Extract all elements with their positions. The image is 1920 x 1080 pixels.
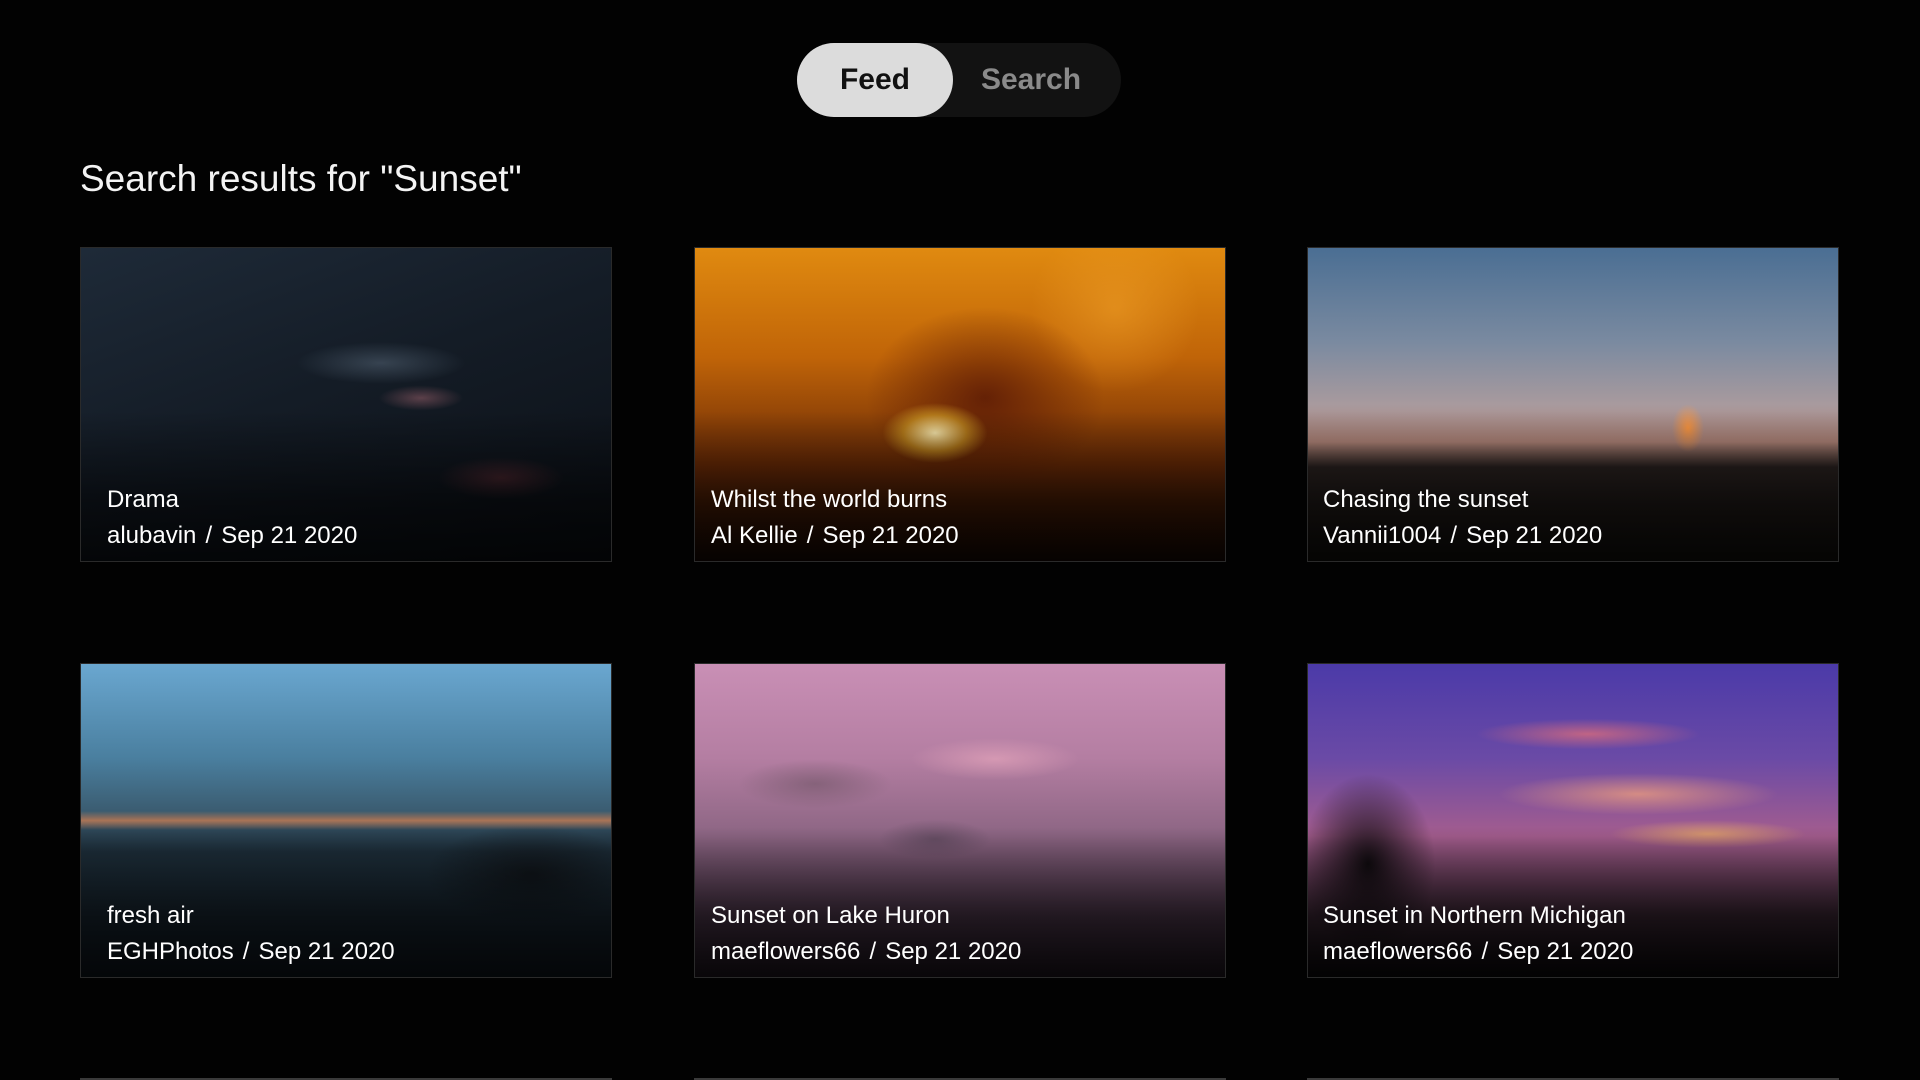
card-meta: Vannii1004 / Sep 21 2020: [1323, 522, 1602, 550]
card-title: Chasing the sunset: [1323, 486, 1529, 513]
page-title: Search results for "Sunset": [80, 158, 522, 199]
card-title: Drama: [107, 486, 180, 513]
card-author: Al Kellie: [711, 522, 798, 549]
result-card-sunset-on-lake-huron[interactable]: Sunset on Lake Huron maeflowers66 / Sep …: [694, 663, 1226, 978]
card-date: Sep 21 2020: [1497, 938, 1634, 965]
card-author: maeflowers66: [1323, 938, 1473, 965]
result-card-whilst-the-world-burns[interactable]: Whilst the world burns Al Kellie / Sep 2…: [694, 247, 1226, 562]
tab-feed[interactable]: Feed: [797, 43, 953, 117]
tab-search[interactable]: Search: [953, 43, 1109, 117]
meta-separator: /: [242, 938, 250, 965]
result-card-sunset-in-northern-michigan[interactable]: Sunset in Northern Michigan maeflowers66…: [1307, 663, 1839, 978]
card-author: alubavin: [107, 522, 197, 549]
card-author: Vannii1004: [1323, 522, 1442, 549]
card-meta: maeflowers66 / Sep 21 2020: [1323, 938, 1633, 966]
tab-search-label: Search: [980, 63, 1082, 96]
card-title: Sunset in Northern Michigan: [1323, 902, 1626, 929]
segmented-nav: Feed Search: [797, 43, 1121, 117]
tab-feed-label: Feed: [839, 63, 911, 96]
meta-separator: /: [869, 938, 877, 965]
card-author: EGHPhotos: [107, 938, 234, 965]
card-title: Whilst the world burns: [711, 486, 948, 513]
card-date: Sep 21 2020: [822, 522, 959, 549]
result-card-chasing-the-sunset[interactable]: Chasing the sunset Vannii1004 / Sep 21 2…: [1307, 247, 1839, 562]
result-card-fresh-air[interactable]: fresh air EGHPhotos / Sep 21 2020: [80, 663, 612, 978]
card-meta: Al Kellie / Sep 21 2020: [711, 522, 959, 550]
card-title: fresh air: [107, 902, 194, 929]
card-date: Sep 21 2020: [258, 938, 395, 965]
card-date: Sep 21 2020: [221, 522, 358, 549]
result-card-drama[interactable]: Drama alubavin / Sep 21 2020: [80, 247, 612, 562]
card-meta: EGHPhotos / Sep 21 2020: [107, 938, 395, 966]
card-author: maeflowers66: [711, 938, 861, 965]
card-date: Sep 21 2020: [1466, 522, 1603, 549]
meta-separator: /: [205, 522, 213, 549]
meta-separator: /: [1450, 522, 1458, 549]
card-date: Sep 21 2020: [885, 938, 1022, 965]
card-meta: alubavin / Sep 21 2020: [107, 522, 357, 550]
card-title: Sunset on Lake Huron: [711, 902, 950, 929]
meta-separator: /: [1481, 938, 1489, 965]
meta-separator: /: [806, 522, 814, 549]
card-meta: maeflowers66 / Sep 21 2020: [711, 938, 1021, 966]
app-root: Feed Search Search results for "Sunset" …: [0, 0, 1920, 1080]
